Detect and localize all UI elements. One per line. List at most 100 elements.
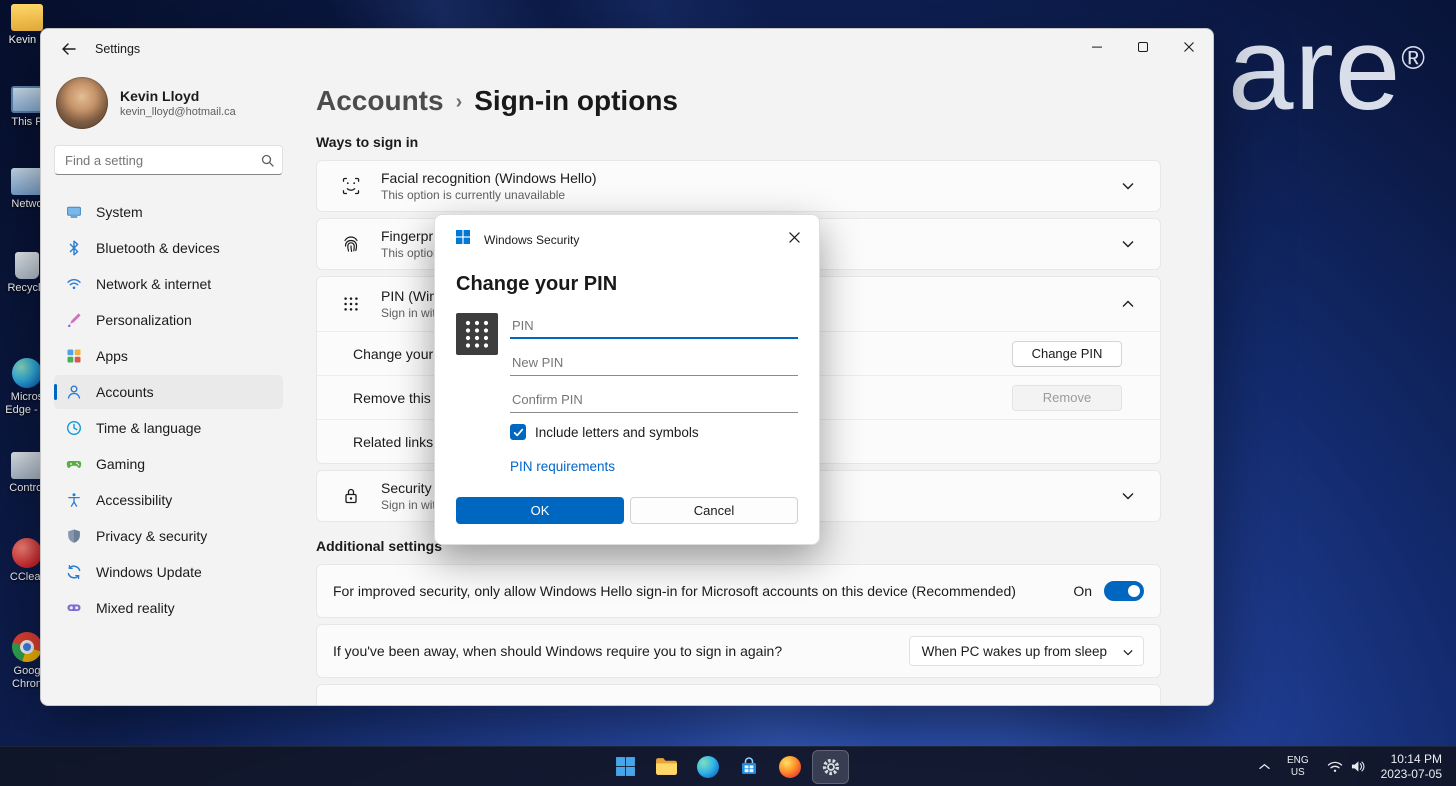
edge-button[interactable] <box>689 750 726 784</box>
face-recognition-icon <box>341 176 361 196</box>
microsoft-store-button[interactable] <box>730 750 767 784</box>
sidebar-item-privacy-security[interactable]: Privacy & security <box>54 519 283 553</box>
clock-icon <box>66 420 82 436</box>
gear-icon <box>820 756 842 778</box>
tray-status-icons[interactable] <box>1319 752 1373 781</box>
sidebar-item-apps[interactable]: Apps <box>54 339 283 373</box>
back-button[interactable] <box>55 35 83 63</box>
new-pin-input[interactable] <box>510 350 798 376</box>
ccleaner-icon <box>12 538 42 568</box>
hello-only-text: For improved security, only allow Window… <box>333 583 1016 599</box>
require-sign-in-text: If you've been away, when should Windows… <box>333 643 782 659</box>
file-explorer-button[interactable] <box>648 750 685 784</box>
arrow-left-icon <box>62 43 76 55</box>
sidebar-item-accessibility[interactable]: Accessibility <box>54 483 283 517</box>
taskbar: ENG US 10:14 PM 2023-07-05 <box>0 746 1456 786</box>
facial-recognition-card[interactable]: Facial recognition (Windows Hello) This … <box>316 160 1161 212</box>
update-arrows-icon <box>66 564 82 580</box>
maximize-button[interactable] <box>1120 30 1166 64</box>
sidebar-item-label: Personalization <box>96 312 192 328</box>
vr-headset-icon <box>66 600 82 616</box>
user-folder-icon <box>11 4 43 31</box>
pin-input[interactable] <box>510 313 798 339</box>
sidebar-item-bluetooth-devices[interactable]: Bluetooth & devices <box>54 231 283 265</box>
windows-logo-icon <box>456 230 470 249</box>
close-button[interactable] <box>1166 30 1212 64</box>
chevron-up-icon[interactable] <box>1116 294 1140 314</box>
sidebar-item-gaming[interactable]: Gaming <box>54 447 283 481</box>
pin-keypad-icon <box>341 294 361 314</box>
sidebar-item-network-internet[interactable]: Network & internet <box>54 267 283 301</box>
shield-icon <box>66 528 82 544</box>
volume-icon <box>1350 760 1365 773</box>
sidebar-item-label: Gaming <box>96 456 145 472</box>
minimize-button[interactable] <box>1074 30 1120 64</box>
sidebar-item-label: Time & language <box>96 420 201 436</box>
wifi-icon <box>66 276 82 292</box>
dialog-header: Windows Security <box>456 215 798 249</box>
window-controls <box>1074 30 1212 64</box>
tray-time: 10:14 PM <box>1391 752 1442 767</box>
system-tray-area: ENG US 10:14 PM 2023-07-05 <box>1252 747 1452 786</box>
user-profile[interactable]: Kevin Lloyd kevin_lloyd@hotmail.ca <box>54 75 283 141</box>
sidebar-item-accounts[interactable]: Accounts <box>54 375 283 409</box>
edge-icon <box>12 358 42 388</box>
breadcrumb-accounts[interactable]: Accounts <box>316 85 444 117</box>
change-pin-button[interactable]: Change PIN <box>1012 341 1122 367</box>
game-controller-icon <box>66 456 82 472</box>
this-pc-icon <box>11 86 43 113</box>
windows-security-dialog: Windows Security Change your PIN Include… <box>434 214 820 545</box>
clock[interactable]: 10:14 PM 2023-07-05 <box>1375 749 1452 785</box>
search-input[interactable] <box>54 145 283 175</box>
accessibility-icon <box>66 492 82 508</box>
sidebar-item-label: Network & internet <box>96 276 211 292</box>
chevron-down-icon[interactable] <box>1116 176 1140 196</box>
firefox-button[interactable] <box>771 750 808 784</box>
dialog-close-button[interactable] <box>779 225 809 251</box>
user-email: kevin_lloyd@hotmail.ca <box>120 106 236 118</box>
settings-button[interactable] <box>812 750 849 784</box>
sidebar-item-label: Windows Update <box>96 564 202 580</box>
pin-requirements-link[interactable]: PIN requirements <box>510 459 615 474</box>
language-indicator[interactable]: ENG US <box>1279 751 1317 783</box>
sidebar-item-time-language[interactable]: Time & language <box>54 411 283 445</box>
hello-only-toggle[interactable] <box>1104 581 1144 601</box>
security-key-icon <box>341 486 361 506</box>
network-places-icon <box>11 168 43 195</box>
sidebar-item-personalization[interactable]: Personalization <box>54 303 283 337</box>
start-button[interactable] <box>607 750 644 784</box>
ways-to-sign-in-title: Ways to sign in <box>316 134 1161 150</box>
remove-pin-button[interactable]: Remove <box>1012 385 1122 411</box>
apps-grid-icon <box>66 348 82 364</box>
chevron-down-icon[interactable] <box>1116 234 1140 254</box>
taskbar-center <box>607 747 849 786</box>
firefox-icon <box>779 756 801 778</box>
include-letters-label: Include letters and symbols <box>535 425 699 440</box>
store-icon <box>739 757 759 777</box>
wallpaper-brand-text: are® <box>1228 8 1426 132</box>
ok-button[interactable]: OK <box>456 497 624 524</box>
recycle-bin-icon <box>15 252 39 279</box>
breadcrumb-separator-icon: › <box>456 83 463 118</box>
tray-overflow-button[interactable] <box>1252 755 1277 778</box>
bluetooth-icon <box>66 240 82 256</box>
sidebar-item-mixed-reality[interactable]: Mixed reality <box>54 591 283 625</box>
file-explorer-icon <box>655 757 678 776</box>
close-icon <box>789 232 800 243</box>
include-letters-checkbox-row[interactable]: Include letters and symbols <box>510 424 798 440</box>
sidebar-item-system[interactable]: System <box>54 195 283 229</box>
breadcrumb: Accounts › Sign-in options <box>316 83 1161 118</box>
pin-pad-icon <box>456 313 498 476</box>
dropdown-value: When PC wakes up from sleep <box>922 644 1107 659</box>
require-sign-in-dropdown[interactable]: When PC wakes up from sleep <box>909 636 1144 666</box>
checkbox-checked-icon[interactable] <box>510 424 526 440</box>
sidebar-item-label: Privacy & security <box>96 528 207 544</box>
titlebar: Settings <box>41 29 1213 69</box>
search-box <box>54 145 283 175</box>
confirm-pin-input[interactable] <box>510 387 798 413</box>
network-icon <box>1327 761 1343 773</box>
sidebar-item-windows-update[interactable]: Windows Update <box>54 555 283 589</box>
chevron-down-icon[interactable] <box>1116 486 1140 506</box>
fingerprint-icon <box>341 234 361 254</box>
cancel-button[interactable]: Cancel <box>630 497 798 524</box>
